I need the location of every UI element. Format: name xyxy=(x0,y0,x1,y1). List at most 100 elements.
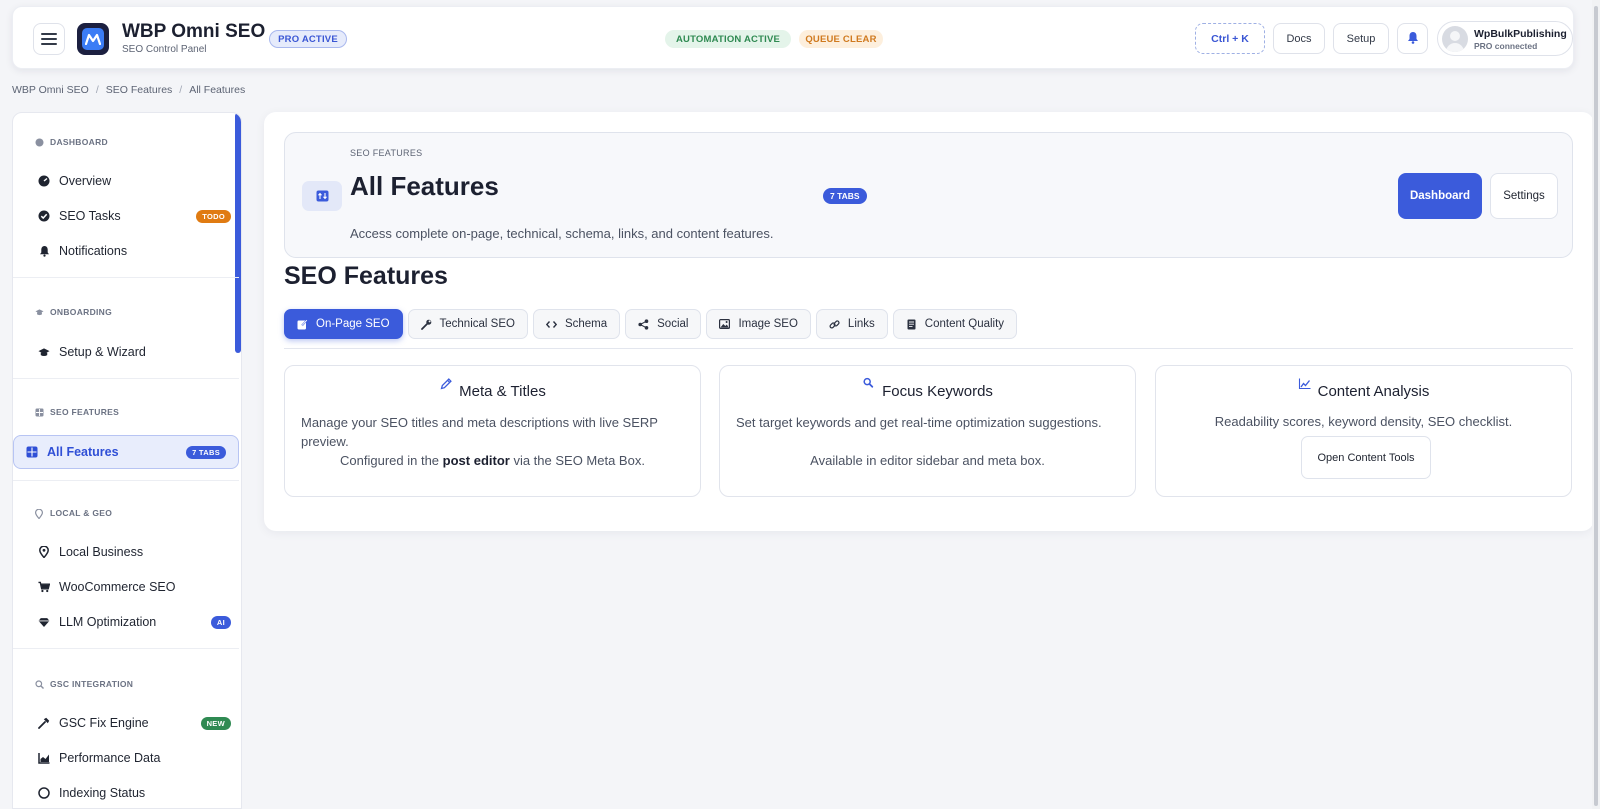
dashboard-button[interactable]: Dashboard xyxy=(1398,173,1482,219)
index-icon xyxy=(38,787,50,799)
tab-on-page-seo[interactable]: On-Page SEO xyxy=(284,309,403,339)
card-title: Focus Keywords xyxy=(720,377,1135,400)
hamburger-menu-button[interactable] xyxy=(33,23,65,55)
sidebar-item-indexing-status[interactable]: Indexing Status xyxy=(25,776,241,808)
sidebar-item-label: Setup & Wizard xyxy=(59,345,146,359)
setup-button[interactable]: Setup xyxy=(1333,23,1389,54)
wrench-icon xyxy=(420,319,432,330)
app-logo[interactable] xyxy=(77,23,109,55)
tab-links[interactable]: Links xyxy=(815,309,888,339)
card-description: Manage your SEO titles and meta descript… xyxy=(301,415,658,449)
pro-status-badge: PRO ACTIVE xyxy=(269,30,347,48)
sidebar-item-performance-data[interactable]: Performance Data xyxy=(25,741,241,775)
search-icon xyxy=(35,679,44,689)
card-description: Set target keywords and get real-time op… xyxy=(736,415,1102,430)
card-title: Content Analysis xyxy=(1156,378,1571,400)
page-title: All Features xyxy=(350,171,499,201)
sidebar-item-gsc-fix-engine[interactable]: GSC Fix Engine NEW xyxy=(25,706,241,740)
breadcrumb-item[interactable]: SEO Features xyxy=(106,84,173,96)
graduation-cap-icon xyxy=(38,346,50,358)
page-scrollbar[interactable] xyxy=(1592,0,1600,809)
sidebar-item-all-features[interactable]: All Features 7 TABS xyxy=(13,435,239,469)
tab-schema[interactable]: Schema xyxy=(532,309,621,339)
edit-icon xyxy=(297,319,308,330)
document-icon xyxy=(906,319,917,330)
location-pin-icon xyxy=(35,508,44,519)
main-panel: SEO FEATURES All Features 7 TABS Access … xyxy=(264,112,1594,531)
sidebar-item-llm-optimization[interactable]: LLM Optimization AI xyxy=(25,605,241,639)
avatar-icon xyxy=(1442,26,1468,52)
breadcrumb-separator: / xyxy=(95,84,99,96)
user-status: PRO connected xyxy=(1474,41,1538,51)
sidebar-section-onboarding: ONBOARDING xyxy=(35,307,112,317)
automation-status-badge: AUTOMATION ACTIVE xyxy=(665,30,791,48)
sidebar-divider xyxy=(13,277,239,278)
sidebar-item-label: All Features xyxy=(47,445,119,459)
breadcrumb: WBP Omni SEO / SEO Features / All Featur… xyxy=(12,84,245,96)
bell-icon xyxy=(1407,31,1419,47)
sidebar-section-local-geo: LOCAL & GEO xyxy=(35,508,112,519)
user-name: WpBulkPublishing xyxy=(1474,28,1567,40)
app-title: WBP Omni SEO xyxy=(122,21,266,42)
settings-button[interactable]: Settings xyxy=(1490,173,1558,219)
sidebar-item-local-business[interactable]: Local Business xyxy=(25,535,241,569)
location-pin-icon xyxy=(38,546,50,558)
features-icon xyxy=(302,181,342,211)
command-palette-button[interactable]: Ctrl + K xyxy=(1195,23,1265,54)
sidebar-item-label: WooCommerce SEO xyxy=(59,580,176,594)
card-title: Meta & Titles xyxy=(285,378,700,400)
tabs-count-badge: 7 TABS xyxy=(823,188,867,204)
queue-status-badge: QUEUE CLEAR xyxy=(799,30,883,48)
sidebar-item-label: Local Business xyxy=(59,545,144,559)
chart-line-icon xyxy=(1298,377,1312,391)
sidebar-scrollbar[interactable] xyxy=(235,113,241,353)
tab-technical-seo[interactable]: Technical SEO xyxy=(407,309,528,339)
page-kicker: SEO FEATURES xyxy=(350,148,423,158)
page-description: Access complete on-page, technical, sche… xyxy=(350,226,774,241)
tab-content-quality[interactable]: Content Quality xyxy=(892,309,1018,339)
hamburger-icon xyxy=(41,33,57,45)
notifications-button[interactable] xyxy=(1397,23,1428,54)
tab-image-seo[interactable]: Image SEO xyxy=(706,309,811,339)
breadcrumb-separator: / xyxy=(179,84,183,96)
card-note: Available in editor sidebar and meta box… xyxy=(810,453,1045,468)
sidebar-item-label: Performance Data xyxy=(59,751,161,765)
breadcrumb-item[interactable]: WBP Omni SEO xyxy=(12,84,89,96)
code-icon xyxy=(545,319,557,330)
search-icon xyxy=(862,377,876,391)
ai-badge: AI xyxy=(210,615,231,629)
diamond-icon xyxy=(38,616,50,628)
top-bar: WBP Omni SEO SEO Control Panel PRO ACTIV… xyxy=(12,6,1574,69)
check-circle-icon xyxy=(38,210,50,222)
sidebar-item-label: GSC Fix Engine xyxy=(59,716,149,730)
tabs-count-badge: 7 TABS xyxy=(186,445,226,459)
page-scrollbar-thumb[interactable] xyxy=(1594,6,1598,806)
cart-icon xyxy=(38,581,50,593)
graduation-cap-icon xyxy=(35,308,44,317)
sidebar-divider xyxy=(13,480,239,481)
sidebar-divider xyxy=(13,378,239,379)
user-menu[interactable]: WpBulkPublishing PRO connected xyxy=(1437,21,1573,56)
sidebar-item-woocommerce-seo[interactable]: WooCommerce SEO xyxy=(25,570,241,604)
sidebar-item-notifications[interactable]: Notifications xyxy=(25,234,241,268)
sidebar-item-seo-tasks[interactable]: SEO Tasks TODO xyxy=(25,199,241,233)
tab-social[interactable]: Social xyxy=(625,309,702,339)
sidebar: DASHBOARD Overview SEO Tasks TODO Notifi… xyxy=(12,112,242,809)
sidebar-section-gsc-integration: GSC INTEGRATION xyxy=(35,679,133,689)
open-content-tools-button[interactable]: Open Content Tools xyxy=(1301,436,1431,479)
card-description: Readability scores, keyword density, SEO… xyxy=(1214,414,1513,429)
page-header-card: SEO FEATURES All Features 7 TABS Access … xyxy=(284,132,1573,258)
docs-button[interactable]: Docs xyxy=(1273,23,1325,54)
tabs-divider xyxy=(284,348,1573,349)
sidebar-item-overview[interactable]: Overview xyxy=(25,164,241,198)
post-editor-label: post editor xyxy=(442,453,510,468)
bell-icon xyxy=(38,245,50,257)
feature-card-content-analysis: Content Analysis Readability scores, key… xyxy=(1155,365,1572,497)
share-icon xyxy=(638,318,649,330)
todo-badge: TODO xyxy=(196,209,231,223)
sidebar-item-setup-wizard[interactable]: Setup & Wizard xyxy=(25,335,241,369)
feature-card-meta-titles: Meta & Titles Manage your SEO titles and… xyxy=(284,365,701,497)
sidebar-divider xyxy=(13,648,239,649)
new-badge: NEW xyxy=(200,716,231,730)
dashboard-icon xyxy=(38,175,50,187)
